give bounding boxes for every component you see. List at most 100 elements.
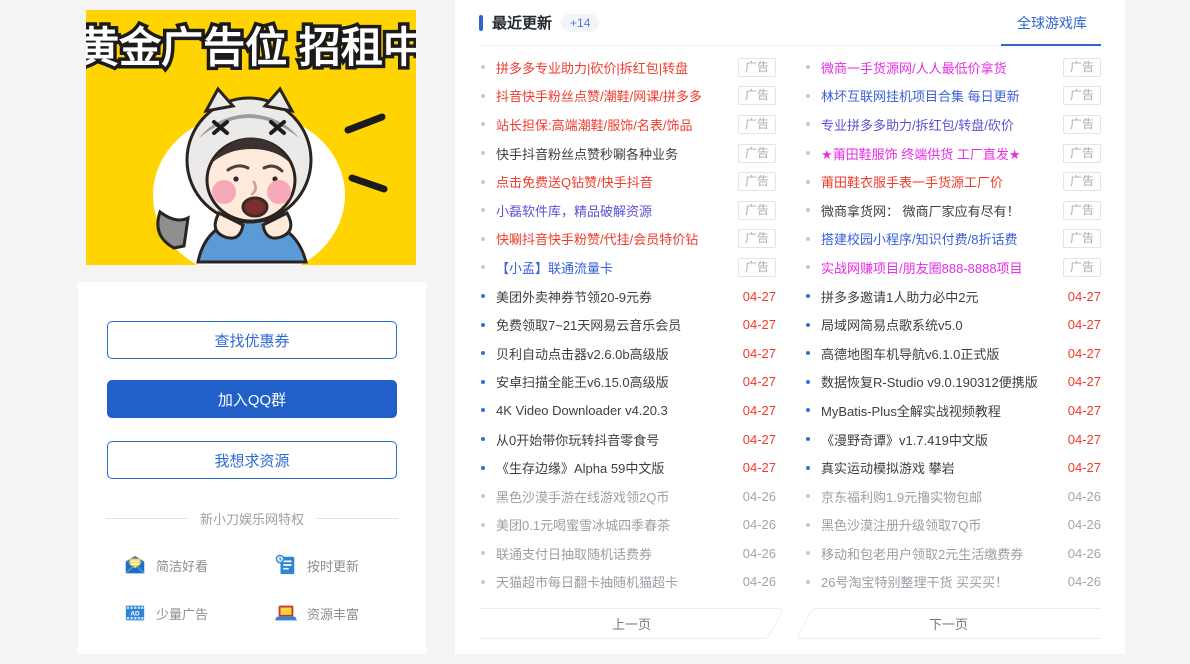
join-qq-group-button[interactable]: 加入QQ群: [107, 380, 397, 418]
item-date: 04-27: [743, 432, 776, 447]
list-item: 局域网简易点歌系统v5.004-27: [804, 310, 1101, 339]
list-item: 快唰抖音快手粉赞/代挂/会员特价钻广告: [479, 225, 776, 254]
item-link[interactable]: 小磊软件库，精品破解资源: [496, 201, 730, 220]
item-link[interactable]: 快唰抖音快手粉赞/代挂/会员特价钻: [496, 229, 730, 248]
bullet-icon: [806, 65, 810, 69]
ad-film-icon: AD: [124, 602, 146, 624]
item-date: 04-27: [1068, 346, 1101, 361]
item-link[interactable]: 美团外卖神券节领20-9元券: [496, 287, 735, 306]
item-link[interactable]: ★莆田鞋服饰 终端供货 工厂直发★: [821, 144, 1055, 163]
sidebar-card: 查找优惠券 加入QQ群 我想求资源 新小刀娱乐网特权 简洁好看 按时更新: [78, 282, 426, 654]
list-item: MyBatis-Plus全解实战视频教程04-27: [804, 396, 1101, 425]
bullet-icon: [481, 551, 485, 555]
bullet-icon: [806, 294, 810, 298]
feature-on-time-updates: 按时更新: [257, 554, 398, 576]
item-link[interactable]: 《生存边缘》Alpha 59中文版: [496, 458, 735, 477]
item-link[interactable]: 《漫野奇谭》v1.7.419中文版: [821, 430, 1060, 449]
ad-badge: 广告: [1063, 172, 1101, 191]
next-page-label: 下一页: [796, 608, 1101, 639]
item-link[interactable]: 贝利自动点击器v2.6.0b高级版: [496, 344, 735, 363]
item-link[interactable]: 从0开始带你玩转抖音零食号: [496, 430, 735, 449]
ad-badge: 广告: [738, 115, 776, 134]
next-page-button[interactable]: 下一页: [796, 608, 1101, 639]
prev-page-button[interactable]: 上一页: [479, 608, 784, 639]
list-item: 高德地图车机导航v6.1.0正式版 04-27: [804, 339, 1101, 368]
bullet-icon: [806, 494, 810, 498]
bullet-icon: [806, 237, 810, 241]
item-link[interactable]: 莆田鞋衣服手表一手货源工厂价: [821, 172, 1055, 191]
list-item: 微商拿货网： 微商厂家应有尽有！广告: [804, 196, 1101, 225]
item-link[interactable]: 站长担保:高端潮鞋/服饰/名表/饰品: [496, 115, 730, 134]
bullet-icon: [806, 151, 810, 155]
item-date: 04-27: [743, 317, 776, 332]
item-link[interactable]: 高德地图车机导航v6.1.0正式版: [821, 344, 1060, 363]
ad-badge: 广告: [738, 144, 776, 163]
bullet-icon: [481, 580, 485, 584]
item-link[interactable]: 4K Video Downloader v4.20.3: [496, 403, 735, 418]
list-item: 抖音快手粉丝点赞/潮鞋/网课/拼多多广告: [479, 82, 776, 111]
item-link[interactable]: 黑色沙漠注册升级领取7Q币: [821, 515, 1060, 534]
list-item: 点击免费送Q钻赞/快手抖音广告: [479, 167, 776, 196]
list-item: 黑色沙漠注册升级领取7Q币04-26: [804, 511, 1101, 540]
bullet-icon: [806, 180, 810, 184]
item-link[interactable]: 天猫超市每日翻卡抽随机猫超卡: [496, 572, 735, 591]
list-item: 站长担保:高端潮鞋/服饰/名表/饰品广告: [479, 110, 776, 139]
ad-badge: 广告: [1063, 86, 1101, 105]
bullet-icon: [481, 408, 485, 412]
ad-banner[interactable]: 黄金广告位 招租中: [86, 10, 416, 265]
item-link[interactable]: 专业拼多多助力/拆红包/转盘/砍价: [821, 115, 1055, 134]
item-link[interactable]: 美团0.1元喝蜜雪冰城四季春茶: [496, 515, 735, 534]
bullet-icon: [481, 523, 485, 527]
meme-character-illustration: 黄金广告位 招租中: [86, 10, 416, 265]
ad-badge: 广告: [738, 258, 776, 277]
find-coupons-button[interactable]: 查找优惠券: [107, 321, 397, 359]
list-item: 天猫超市每日翻卡抽随机猫超卡04-26: [479, 568, 776, 597]
item-link[interactable]: 点击免费送Q钻赞/快手抖音: [496, 172, 730, 191]
item-link[interactable]: 快手抖音粉丝点赞秒唰各种业务: [496, 144, 730, 163]
item-link[interactable]: 安卓扫描全能王v6.15.0高级版: [496, 372, 735, 391]
new-count-badge: +14: [561, 14, 599, 32]
item-link[interactable]: 26号淘宝特别整理干货 买买买！: [821, 572, 1060, 591]
item-link[interactable]: 拼多多邀请1人助力必中2元: [821, 287, 1060, 306]
ad-badge: 广告: [1063, 229, 1101, 248]
feature-list: 简洁好看 按时更新 AD 少量广告: [106, 554, 398, 624]
list-item: ★莆田鞋服饰 终端供货 工厂直发★ 广告: [804, 139, 1101, 168]
item-link[interactable]: 移动和包老用户领取2元生活缴费券: [821, 544, 1060, 563]
item-link[interactable]: 数据恢复R-Studio v9.0.190312便携版: [821, 372, 1060, 391]
item-link[interactable]: 京东福利购1.9元撸实物包邮: [821, 487, 1060, 506]
item-link[interactable]: 黑色沙漠手游在线游戏领2Q币: [496, 487, 735, 506]
item-link[interactable]: 微商拿货网： 微商厂家应有尽有！: [821, 201, 1055, 220]
item-link[interactable]: 搭建校园小程序/知识付费/8折话费: [821, 229, 1055, 248]
item-link[interactable]: 微商一手货源网/人人最低价拿货: [821, 58, 1055, 77]
bullet-icon: [806, 94, 810, 98]
bullet-icon: [481, 494, 485, 498]
list-item: 专业拼多多助力/拆红包/转盘/砍价广告: [804, 110, 1101, 139]
feature-label: 少量广告: [156, 604, 208, 623]
item-link[interactable]: 林坏互联网挂机项目合集 每日更新: [821, 86, 1055, 105]
item-link[interactable]: 免费领取7~21天网易云音乐会员: [496, 315, 735, 334]
item-link[interactable]: 实战网赚项目/朋友圈888-8888项目: [821, 258, 1055, 277]
bullet-icon: [806, 380, 810, 384]
list-item: 莆田鞋衣服手表一手货源工厂价广告: [804, 167, 1101, 196]
item-link[interactable]: 局域网简易点歌系统v5.0: [821, 315, 1060, 334]
bullet-icon: [481, 65, 485, 69]
item-link[interactable]: 联通支付日抽取随机话费券: [496, 544, 735, 563]
global-game-library-link[interactable]: 全球游戏库: [1017, 13, 1101, 33]
pagination: 上一页 下一页: [479, 608, 1101, 639]
item-date: 04-27: [743, 374, 776, 389]
item-date: 04-27: [1068, 289, 1101, 304]
request-resource-button[interactable]: 我想求资源: [107, 441, 397, 479]
list-item: 数据恢复R-Studio v9.0.190312便携版04-27: [804, 368, 1101, 397]
privileges-divider-title: 新小刀娱乐网特权: [188, 509, 316, 528]
item-link[interactable]: MyBatis-Plus全解实战视频教程: [821, 401, 1060, 420]
item-link[interactable]: 【小孟】联通流量卡: [496, 258, 730, 277]
bullet-icon: [481, 323, 485, 327]
item-date: 04-27: [743, 403, 776, 418]
item-link[interactable]: 抖音快手粉丝点赞/潮鞋/网课/拼多多: [496, 86, 730, 105]
item-link[interactable]: 真实运动模拟游戏 攀岩: [821, 458, 1060, 477]
prev-page-label: 上一页: [479, 608, 784, 639]
list-item: 《生存边缘》Alpha 59中文版04-27: [479, 453, 776, 482]
ad-badge: 广告: [1063, 144, 1101, 163]
item-link[interactable]: 拼多多专业助力|砍价|拆红包|转盘: [496, 58, 730, 77]
bullet-icon: [481, 151, 485, 155]
